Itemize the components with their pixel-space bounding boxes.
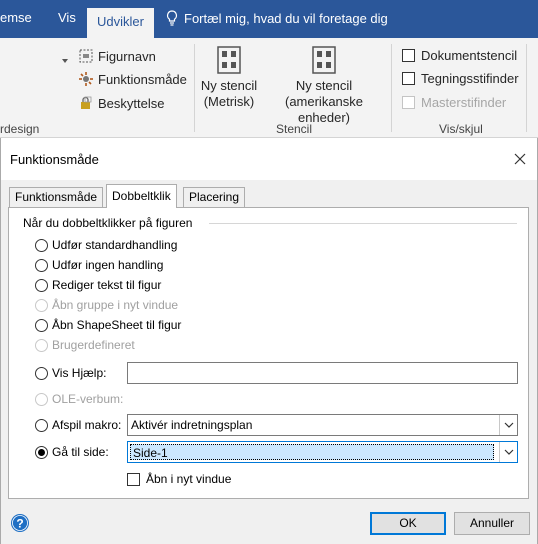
tab-view[interactable]: Vis (58, 10, 76, 25)
protection-button[interactable]: Beskyttelse (78, 95, 164, 111)
ribbon-body: Figurnavn Funktionsmåde Beskyttelse rdes… (0, 38, 538, 138)
show-hide-group-label: Vis/skjul (439, 122, 483, 136)
radio-circle (35, 318, 48, 332)
stencil-icon (217, 46, 241, 74)
open-new-window-checkbox[interactable]: Åbn i nyt vindue (127, 472, 231, 486)
drawing-explorer-label: Tegningsstifinder (421, 71, 519, 86)
radio-run-macro-label: Afspil makro: (52, 418, 122, 432)
radio-custom: Brugerdefineret (35, 338, 135, 352)
dialog-title: Funktionsmåde (10, 152, 99, 167)
radio-circle (35, 445, 48, 459)
page-select-value: Side-1 (130, 444, 494, 460)
help-input[interactable] (127, 362, 518, 384)
section-title: Når du dobbeltklikker på figuren (23, 216, 193, 230)
double-click-panel: Når du dobbeltklikker på figuren Udfør s… (8, 207, 529, 499)
tell-me-text: Fortæl mig, hvad du vil foretage dig (184, 10, 388, 26)
master-explorer-checkbox: Masterstifinder (402, 95, 506, 110)
tab-behavior[interactable]: Funktionsmåde (9, 187, 104, 207)
open-new-window-label: Åbn i nyt vindue (146, 472, 232, 486)
behavior-label: Funktionsmåde (98, 71, 187, 87)
radio-circle (35, 258, 48, 272)
radio-ole-verb: OLE-verbum: (35, 392, 123, 406)
new-stencil-us-line1: Ny stencil (295, 78, 353, 93)
checkbox-box (402, 72, 415, 85)
shape-design-group-label: rdesign (0, 122, 40, 136)
radio-circle (35, 392, 48, 406)
stencil-group-label: Stencil (276, 122, 313, 136)
radio-show-help-label: Vis Hjælp: (52, 366, 107, 380)
ribbon-tab-bar: emse Vis Udvikler Fortæl mig, hvad du vi… (0, 0, 538, 38)
shape-name-label: Figurnavn (98, 48, 156, 64)
behavior-icon (78, 71, 94, 87)
radio-shapesheet-label: Åbn ShapeSheet til figur (52, 318, 182, 332)
new-stencil-metric-line2: (Metrisk) (203, 94, 255, 109)
radio-go-to-page[interactable]: Gå til side: (35, 445, 109, 459)
radio-shapesheet[interactable]: Åbn ShapeSheet til figur (35, 318, 181, 332)
new-stencil-metric-line1: Ny stencil (200, 78, 258, 93)
radio-circle (35, 278, 48, 292)
document-stencil-checkbox[interactable]: Dokumentstencil (402, 48, 517, 63)
checkbox-box (402, 49, 415, 62)
macro-select-value: Aktivér indretningsplan (131, 418, 253, 432)
radio-edit-text-label: Rediger tekst til figur (52, 278, 162, 292)
tab-developer[interactable]: Udvikler (87, 8, 154, 38)
radio-default-action[interactable]: Udfør standardhandling (35, 238, 177, 252)
document-stencil-label: Dokumentstencil (421, 48, 518, 63)
radio-ole-verb-label: OLE-verbum: (52, 392, 124, 406)
lightbulb-icon (166, 10, 178, 26)
radio-edit-text[interactable]: Rediger tekst til figur (35, 278, 161, 292)
new-stencil-metric-button[interactable]: Ny stencil (Metrisk) (198, 46, 260, 110)
radio-circle (35, 366, 48, 380)
radio-default-action-label: Udfør standardhandling (52, 238, 178, 252)
dropdown-arrow-icon[interactable] (62, 52, 68, 63)
protection-icon (78, 95, 94, 111)
master-explorer-label: Masterstifinder (421, 95, 507, 110)
radio-open-group-label: Åbn gruppe i nyt vindue (52, 298, 179, 312)
radio-circle (35, 418, 48, 432)
group-separator (194, 44, 195, 132)
radio-show-help[interactable]: Vis Hjælp: (35, 366, 106, 380)
radio-no-action-label: Udfør ingen handling (52, 258, 164, 272)
radio-custom-label: Brugerdefineret (52, 338, 135, 352)
close-icon[interactable] (511, 150, 529, 168)
dialog-titlebar: Funktionsmåde (1, 138, 537, 180)
svg-text:?: ? (16, 517, 23, 531)
ok-button[interactable]: OK (370, 512, 446, 535)
behavior-button[interactable]: Funktionsmåde (78, 71, 187, 87)
stencil-icon (312, 46, 336, 74)
radio-circle (35, 338, 48, 352)
page-select[interactable]: Side-1 (127, 441, 518, 463)
tab-double-click[interactable]: Dobbeltklik (106, 184, 177, 208)
radio-circle (35, 238, 48, 252)
behavior-dialog: Funktionsmåde Funktionsmåde Dobbeltklik … (0, 138, 538, 544)
radio-no-action[interactable]: Udfør ingen handling (35, 258, 163, 272)
chevron-down-icon[interactable] (499, 415, 517, 435)
group-separator (391, 44, 392, 132)
protection-label: Beskyttelse (98, 95, 165, 111)
cancel-button[interactable]: Annuller (454, 512, 530, 535)
radio-run-macro[interactable]: Afspil makro: (35, 418, 121, 432)
new-stencil-us-button[interactable]: Ny stencil (amerikanske enheder) (260, 46, 388, 126)
group-separator (526, 44, 527, 132)
tab-placement[interactable]: Placering (183, 187, 246, 207)
radio-open-group: Åbn gruppe i nyt vindue (35, 298, 178, 312)
chevron-down-icon[interactable] (499, 442, 517, 462)
radio-go-to-page-label: Gå til side: (52, 445, 109, 459)
tab-design[interactable]: emse (0, 10, 32, 25)
macro-select[interactable]: Aktivér indretningsplan (127, 414, 518, 436)
checkbox-box (127, 472, 140, 486)
shape-name-button[interactable]: Figurnavn (78, 48, 156, 64)
tell-me-search[interactable]: Fortæl mig, hvad du vil foretage dig (166, 10, 388, 26)
drawing-explorer-checkbox[interactable]: Tegningsstifinder (402, 71, 519, 86)
help-icon[interactable]: ? (10, 513, 30, 533)
shape-name-icon (78, 48, 94, 64)
section-divider (209, 223, 517, 224)
checkbox-box (402, 96, 415, 109)
radio-circle (35, 298, 48, 312)
